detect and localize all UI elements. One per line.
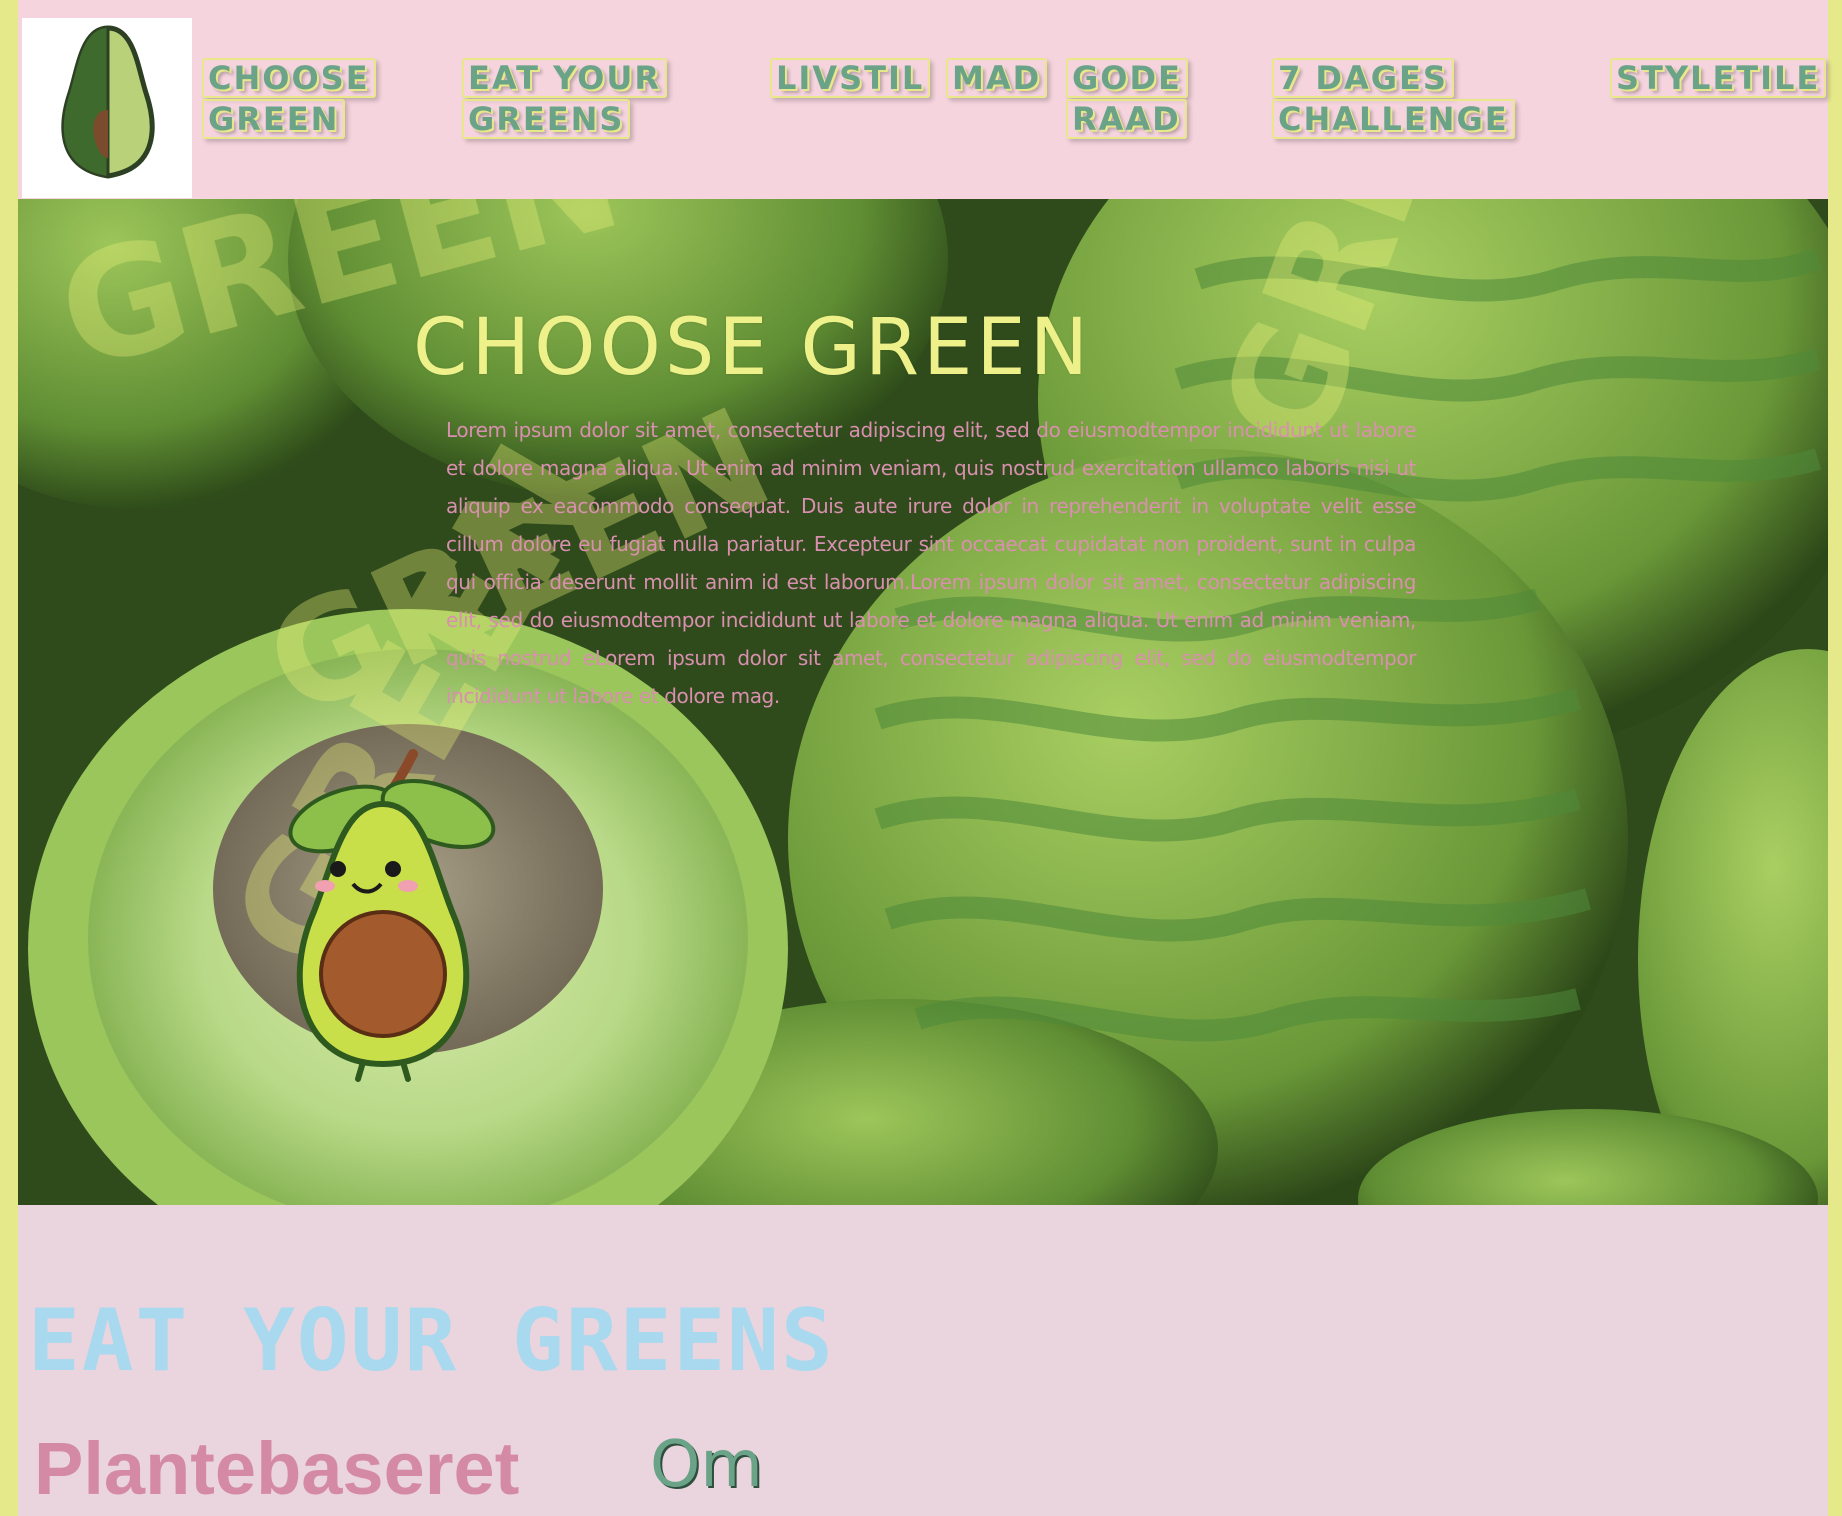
nav-item-gode-raad[interactable]: GODE RAAD [1066, 58, 1188, 140]
nav-label: GODE [1066, 58, 1188, 98]
nav-label: GREEN [202, 99, 346, 139]
hero-section: GREEN GREEN GREEN GREEN CHOOSE GREEN Lor… [18, 199, 1828, 1205]
nav-label: GREENS [462, 99, 631, 139]
nav-label: LIVSTIL [770, 58, 931, 98]
avocado-mascot-icon [288, 749, 496, 1082]
nav-item-mad[interactable]: MAD [946, 58, 1048, 99]
site-header: CHOOSE GREEN EAT YOUR GREENS LIVSTIL MAD… [18, 0, 1828, 199]
section-heading: EAT YOUR GREENS [28, 1291, 835, 1392]
nav-item-7-dages-challenge[interactable]: 7 DAGES CHALLENGE [1272, 58, 1515, 140]
nav-label: CHALLENGE [1272, 99, 1515, 139]
nav-label: 7 DAGES [1272, 58, 1454, 98]
nav-label: RAAD [1066, 99, 1187, 139]
nav-label: CHOOSE [202, 58, 376, 98]
nav-item-styletile[interactable]: STYLeTILE [1610, 58, 1827, 99]
left-border-strip [0, 0, 18, 1516]
nav-label: STYLeTILE [1610, 58, 1827, 98]
hero-title: CHOOSE GREEN [413, 303, 1093, 394]
nav-label: EAT YOUR [462, 58, 667, 98]
avocado-logo-icon [61, 25, 155, 179]
nav-item-livstil[interactable]: LIVSTIL [770, 58, 931, 99]
section-subheading: Plantebaseret [34, 1427, 520, 1510]
nav-item-choose-green[interactable]: CHOOSE GREEN [202, 58, 376, 140]
nav-label: MAD [946, 58, 1048, 98]
right-border-strip [1828, 0, 1842, 1516]
page: CHOOSE GREEN EAT YOUR GREENS LIVSTIL MAD… [18, 0, 1828, 1516]
hero-body-text: Lorem ipsum dolor sit amet, consectetur … [446, 418, 1416, 708]
om-link[interactable]: Om [650, 1428, 763, 1502]
avocado-logo[interactable] [22, 18, 192, 198]
nav-item-eat-your-greens[interactable]: EAT YOUR GREENS [462, 58, 667, 140]
